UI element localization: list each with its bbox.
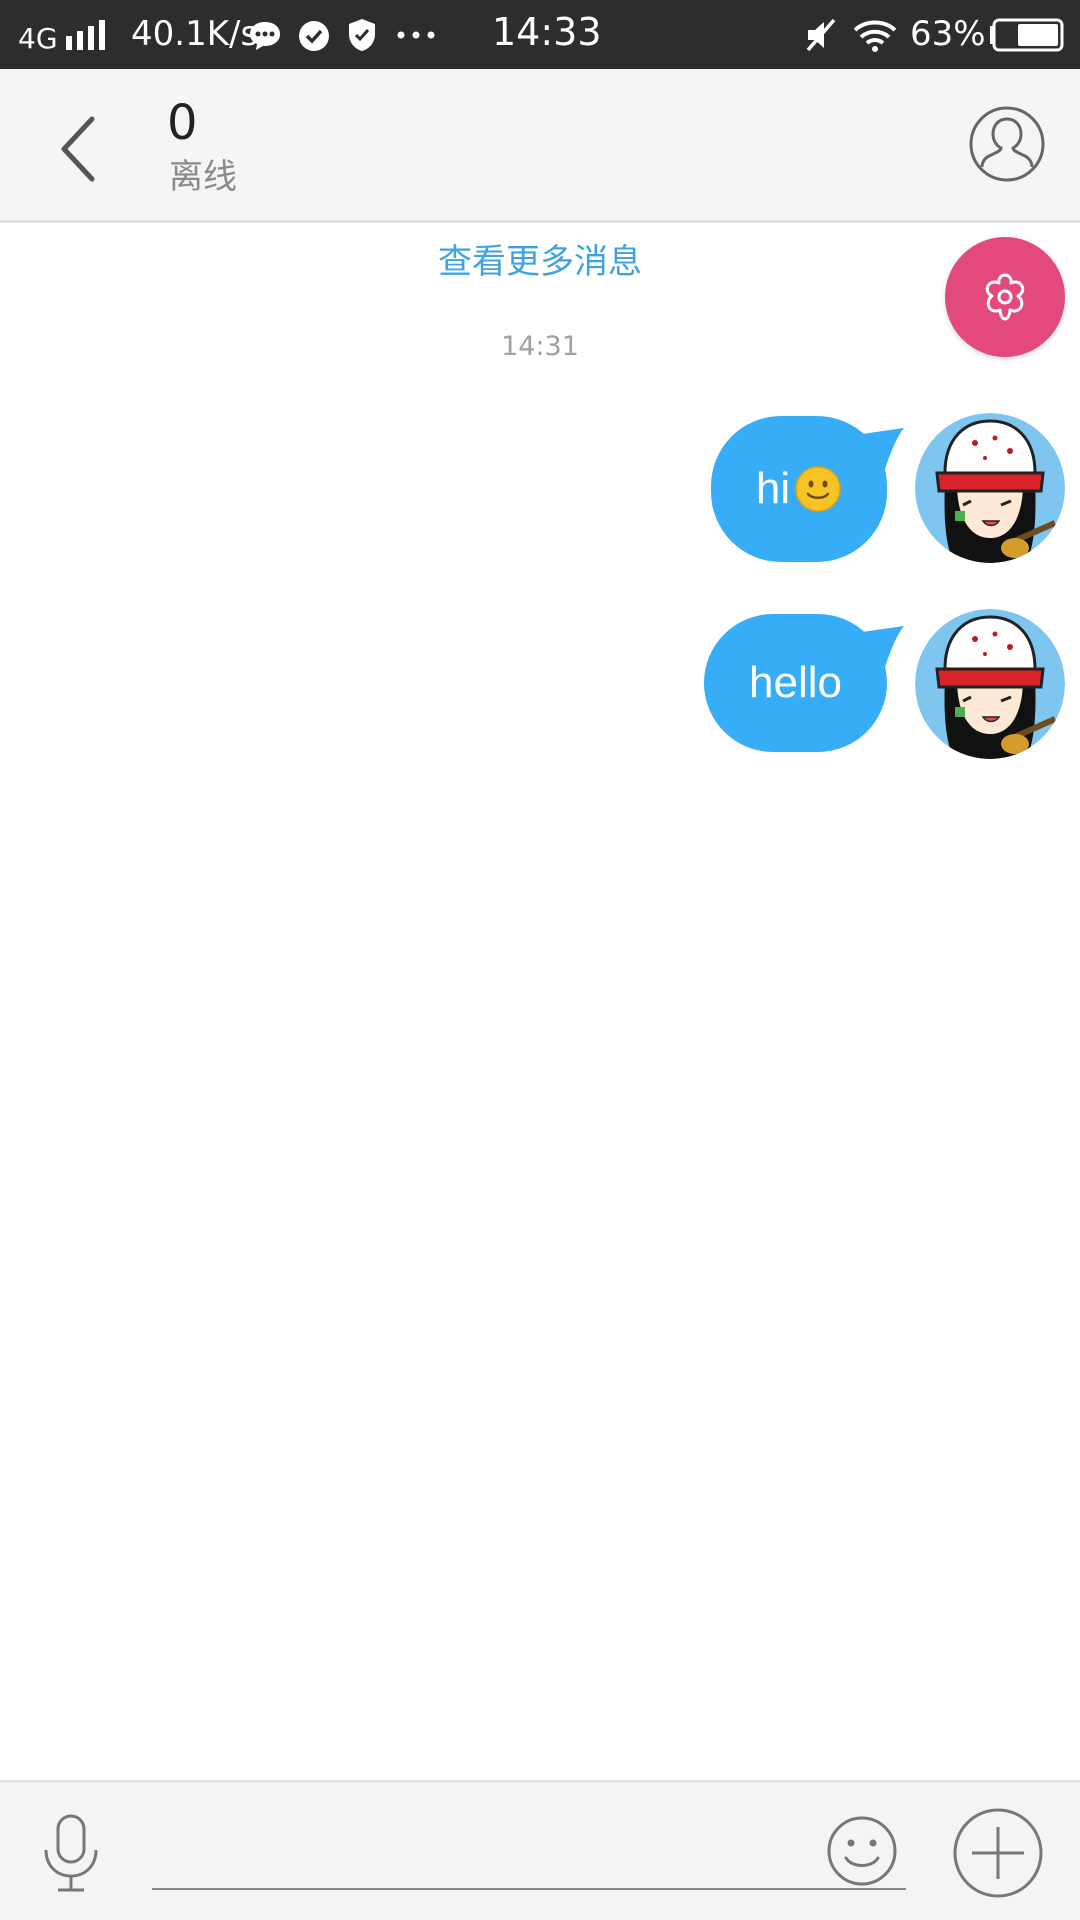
flower-icon <box>985 273 1025 321</box>
message-input-bar <box>0 1780 1080 1920</box>
message-text: hello <box>749 658 842 707</box>
plus-circle-icon <box>953 1808 1043 1898</box>
wifi-icon <box>853 20 897 52</box>
chat-header: 0 离线 <box>0 69 1080 223</box>
more-dots-icon <box>397 31 435 39</box>
contact-name: 0 <box>167 95 198 151</box>
message-bubble[interactable]: hi <box>711 416 887 562</box>
message-input[interactable] <box>152 1806 906 1890</box>
bubble-tail <box>862 626 904 670</box>
emoji-button[interactable] <box>826 1815 898 1887</box>
message-bubble[interactable]: hello <box>704 614 887 752</box>
battery-percent: 63% <box>910 14 986 54</box>
load-more-link[interactable]: 查看更多消息 <box>0 240 1080 284</box>
status-time: 14:33 <box>492 10 602 54</box>
flower-fab-button[interactable] <box>945 237 1065 357</box>
back-button[interactable] <box>40 109 120 189</box>
contact-status: 离线 <box>169 157 237 197</box>
slightly-smiling-face-icon <box>795 466 841 512</box>
bubble-tail <box>862 428 904 472</box>
person-outline-icon <box>969 106 1045 182</box>
message-timestamp: 14:31 <box>501 331 579 362</box>
message-text: hi <box>755 464 791 513</box>
microphone-icon <box>44 1814 98 1892</box>
user-avatar[interactable] <box>915 609 1065 759</box>
profile-button[interactable] <box>968 105 1046 183</box>
status-bar: 4G 40.1K/s 14:33 63% <box>0 0 1080 69</box>
message-notification-icon <box>250 22 280 50</box>
signal-icon <box>66 20 105 50</box>
network-speed: 40.1K/s <box>131 14 259 54</box>
user-avatar[interactable] <box>915 413 1065 563</box>
more-options-button[interactable] <box>952 1807 1044 1899</box>
avatar-image <box>915 413 1065 563</box>
network-type: 4G <box>18 22 58 55</box>
battery-icon <box>990 18 1064 52</box>
shield-icon <box>349 19 375 51</box>
chevron-left-icon <box>61 116 95 182</box>
voice-input-button[interactable] <box>40 1814 102 1894</box>
avatar-image <box>915 609 1065 759</box>
chat-screen: 4G 40.1K/s 14:33 63% 0 离线 查看更多消息 14:31 h… <box>0 0 1080 1920</box>
smiley-icon <box>827 1816 897 1886</box>
check-circle-icon <box>299 21 329 51</box>
mute-icon <box>806 18 836 52</box>
